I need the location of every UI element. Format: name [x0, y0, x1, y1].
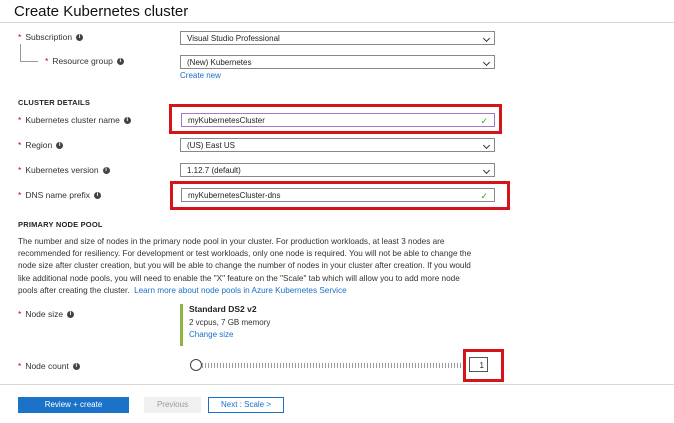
subscription-select[interactable]: Visual Studio Professional: [180, 31, 495, 45]
node-size-label: * Node size i: [18, 309, 75, 319]
title-divider: [0, 22, 674, 23]
subscription-label: * Subscription i: [18, 32, 84, 42]
dns-prefix-input[interactable]: myKubernetesCluster-dns ✓: [181, 188, 495, 202]
checkmark-icon: ✓: [480, 191, 488, 201]
review-create-button[interactable]: Review + create: [18, 397, 129, 413]
node-size-spec: 2 vcpus, 7 GB memory: [189, 318, 271, 327]
info-icon: i: [56, 141, 64, 149]
tree-connector: [20, 61, 38, 62]
resource-group-label: * Resource group i: [45, 56, 124, 66]
chevron-down-icon: [482, 141, 491, 150]
node-pool-description: The number and size of nodes in the prim…: [18, 237, 472, 295]
node-size-name: Standard DS2 v2: [189, 304, 257, 314]
dns-prefix-label: * DNS name prefix i: [18, 190, 102, 200]
change-size-link[interactable]: Change size: [189, 330, 270, 339]
region-select[interactable]: (US) East US: [180, 138, 495, 152]
primary-node-pool-heading: PRIMARY NODE POOL: [18, 220, 103, 229]
kubernetes-version-label: * Kubernetes version i: [18, 165, 110, 175]
info-icon: i: [67, 310, 75, 318]
chevron-down-icon: [482, 34, 491, 43]
learn-more-link[interactable]: Learn more about node pools in Azure Kub…: [134, 286, 347, 295]
info-icon: i: [116, 57, 124, 65]
previous-button[interactable]: Previous: [144, 397, 201, 413]
page-title: Create Kubernetes cluster: [14, 3, 189, 20]
info-icon: i: [94, 191, 102, 199]
chevron-down-icon: [482, 58, 491, 67]
node-count-slider[interactable]: [196, 363, 464, 368]
resource-group-select[interactable]: (New) Kubernetes: [180, 55, 495, 69]
tree-connector: [20, 44, 21, 61]
checkmark-icon: ✓: [480, 116, 488, 126]
footer-divider: [0, 384, 674, 385]
chevron-down-icon: [482, 166, 491, 175]
info-icon: i: [72, 362, 80, 370]
kubernetes-version-select[interactable]: 1.12.7 (default): [180, 163, 495, 177]
node-size-card: Standard DS2 v2 2 vcpus, 7 GB memory Cha…: [180, 304, 270, 346]
create-new-link[interactable]: Create new: [180, 71, 221, 80]
next-scale-button[interactable]: Next : Scale >: [208, 397, 284, 413]
node-count-input[interactable]: 1: [469, 357, 488, 372]
region-label: * Region i: [18, 140, 64, 150]
cluster-details-heading: CLUSTER DETAILS: [18, 98, 91, 107]
cluster-name-label: * Kubernetes cluster name i: [18, 115, 131, 125]
cluster-name-input[interactable]: myKubernetesCluster ✓: [181, 113, 495, 127]
node-count-label: * Node count i: [18, 361, 80, 371]
info-icon: i: [102, 166, 110, 174]
info-icon: i: [76, 33, 84, 41]
slider-thumb[interactable]: [190, 359, 202, 371]
info-icon: i: [123, 116, 131, 124]
